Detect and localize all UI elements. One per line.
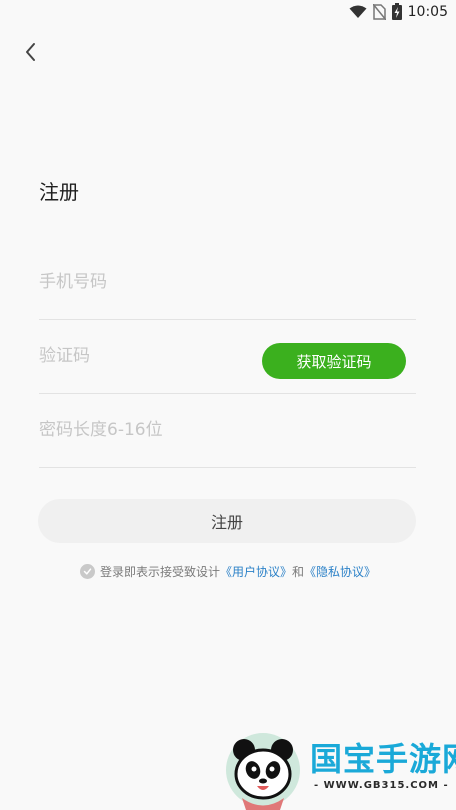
- agreement-line: 登录即表示接受致设计 《用户协议》 和 《隐私协议》: [80, 563, 376, 580]
- status-time: 10:05: [407, 3, 448, 20]
- wifi-icon: [349, 5, 367, 18]
- phone-field-row: [39, 245, 416, 320]
- register-button[interactable]: 注册: [38, 499, 416, 543]
- agreement-prefix: 登录即表示接受致设计: [100, 565, 221, 579]
- user-agreement-link[interactable]: 《用户协议》: [220, 563, 292, 580]
- phone-input[interactable]: [39, 245, 239, 319]
- check-icon: [83, 568, 92, 575]
- status-icons: 10:05: [349, 3, 448, 20]
- code-input[interactable]: [39, 319, 239, 393]
- back-button[interactable]: [20, 38, 44, 66]
- get-code-button[interactable]: 获取验证码: [262, 343, 406, 379]
- battery-charging-icon: [391, 3, 402, 20]
- agreement-and: 和: [292, 565, 305, 579]
- password-field-row: [39, 393, 416, 468]
- agree-checkbox[interactable]: [80, 564, 95, 579]
- code-field-row: 获取验证码: [39, 319, 416, 394]
- password-input[interactable]: [39, 393, 239, 467]
- status-bar: 10:05: [0, 0, 456, 28]
- page-title: 注册: [39, 180, 79, 204]
- panda-logo-icon: [226, 733, 300, 810]
- watermark-name: 国宝手游网: [310, 740, 456, 778]
- no-sim-icon: [372, 3, 386, 20]
- chevron-left-icon: [26, 43, 35, 61]
- privacy-agreement-link[interactable]: 《隐私协议》: [304, 563, 376, 580]
- watermark-url: - WWW.GB315.COM -: [314, 780, 449, 791]
- watermark: 国宝手游网 - WWW.GB315.COM -: [222, 728, 456, 810]
